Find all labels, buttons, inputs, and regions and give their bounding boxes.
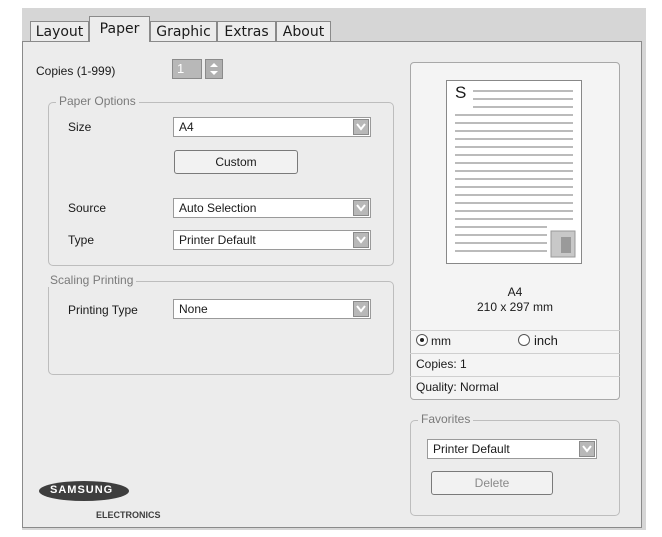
paper-name: A4	[507, 285, 523, 299]
page-preview: S	[446, 80, 582, 264]
tab-extras[interactable]: Extras	[217, 21, 276, 41]
scaling-printing-group	[48, 281, 394, 375]
chevron-down-icon	[353, 200, 369, 216]
text-lines-icon	[455, 90, 576, 258]
size-label: Size	[68, 120, 92, 134]
size-value: A4	[179, 120, 194, 134]
type-label: Type	[68, 233, 95, 247]
radio-mm-icon[interactable]	[416, 334, 428, 346]
radio-inch-icon[interactable]	[518, 334, 530, 346]
scaling-printing-title: Scaling Printing	[47, 273, 137, 287]
chevron-down-icon	[353, 232, 369, 248]
chevron-down-icon	[353, 119, 369, 135]
printing-type-value: None	[179, 302, 208, 316]
chevron-down-icon	[579, 441, 595, 457]
favorites-title: Favorites	[418, 412, 474, 426]
copies-input[interactable]: 1	[172, 59, 202, 79]
copies-spinner[interactable]	[205, 59, 223, 79]
tab-graphic[interactable]: Graphic	[150, 21, 217, 41]
favorites-group	[410, 420, 620, 516]
paper-options-title: Paper Options	[56, 94, 139, 108]
favorites-select[interactable]: Printer Default	[427, 439, 597, 459]
source-label: Source	[68, 201, 107, 215]
source-select[interactable]: Auto Selection	[173, 198, 371, 218]
printing-type-select[interactable]: None	[173, 299, 371, 319]
tab-paper[interactable]: Paper	[89, 16, 150, 42]
source-value: Auto Selection	[179, 201, 257, 215]
logo-brand: SAMSUNG	[50, 484, 114, 496]
type-value: Printer Default	[179, 233, 256, 247]
spin-arrows-icon	[210, 63, 218, 75]
size-select[interactable]: A4	[173, 117, 371, 137]
printing-type-label: Printing Type	[68, 303, 138, 317]
units-row: mm inch	[410, 330, 620, 350]
quality-info: Quality: Normal	[410, 376, 620, 396]
tab-layout[interactable]: Layout	[30, 21, 89, 41]
samsung-logo: SAMSUNG	[38, 480, 130, 502]
custom-button[interactable]: Custom	[174, 150, 298, 174]
logo-sub: ELECTRONICS	[96, 510, 161, 520]
unit-mm-label[interactable]: mm	[431, 331, 451, 351]
favorites-value: Printer Default	[433, 442, 510, 456]
paper-dimensions: 210 x 297 mm	[476, 300, 554, 314]
copies-label: Copies (1-999)	[36, 64, 116, 78]
copies-info: Copies: 1	[410, 353, 620, 373]
chevron-down-icon	[353, 301, 369, 317]
tab-about[interactable]: About	[276, 21, 331, 41]
delete-button[interactable]: Delete	[431, 471, 553, 495]
unit-inch-label[interactable]: inch	[534, 331, 558, 351]
type-select[interactable]: Printer Default	[173, 230, 371, 250]
